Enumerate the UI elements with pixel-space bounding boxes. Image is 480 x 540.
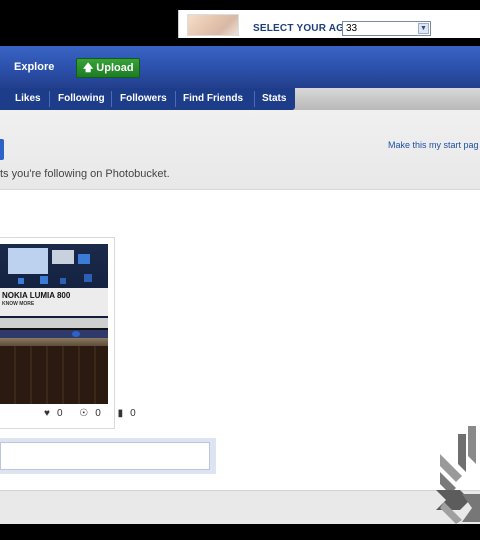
- age-select-value: 33: [346, 23, 358, 34]
- bottom-bar: [0, 524, 480, 540]
- subnav: Likes Following Followers Find Friends S…: [0, 88, 295, 110]
- subnav-divider: [49, 91, 50, 107]
- heart-icon: ♥: [44, 408, 50, 419]
- ad-thumbnail: [187, 14, 239, 36]
- subnav-divider: [254, 91, 255, 107]
- upload-arrow-icon: 🡅: [83, 63, 94, 74]
- likes-count: 0: [56, 408, 63, 419]
- views-count: 0: [95, 408, 101, 419]
- photo-tile: [78, 254, 90, 264]
- photo-tile: [60, 278, 66, 284]
- photo-stats: ♥ 0 ☉ 0 ▮ 0: [44, 408, 150, 419]
- watermark-logo-icon: [436, 426, 480, 524]
- subnav-item-likes[interactable]: Likes: [15, 93, 41, 104]
- photo-thumbnail[interactable]: NOKIA LUMIA 800 KNOW MORE: [0, 244, 108, 404]
- subnav-item-followers[interactable]: Followers: [120, 93, 167, 104]
- photo-text-strip: [0, 318, 108, 328]
- comment-icon: ▮: [117, 408, 124, 419]
- photo-tile: [84, 274, 92, 282]
- footer-band: [0, 490, 480, 524]
- subnav-divider: [175, 91, 176, 107]
- photo-keyboard: [0, 346, 108, 404]
- photo-ad-subtitle: KNOW MORE: [2, 301, 35, 307]
- feed-description: ts you're following on Photobucket.: [0, 168, 170, 180]
- subnav-item-stats[interactable]: Stats: [262, 93, 286, 104]
- views-stat: ☉ 0: [79, 408, 108, 419]
- photo-tile: [52, 250, 74, 264]
- photo-tile: [18, 278, 24, 284]
- upload-button[interactable]: 🡅 Upload: [76, 58, 140, 78]
- chevron-down-icon[interactable]: ▼: [418, 23, 429, 34]
- photo-tile: [8, 248, 48, 274]
- help-icon: [72, 331, 80, 337]
- top-navigation: Explore: [0, 46, 480, 88]
- likes-stat[interactable]: ♥ 0: [44, 408, 70, 419]
- nav-explore[interactable]: Explore: [14, 61, 54, 73]
- eye-icon: ☉: [79, 408, 89, 419]
- feed-tab[interactable]: [0, 139, 4, 160]
- comment-input[interactable]: [0, 442, 210, 470]
- start-page-link[interactable]: Make this my start pag: [388, 140, 479, 150]
- comment-box: [0, 438, 216, 474]
- subnav-item-find-friends[interactable]: Find Friends: [183, 93, 243, 104]
- photo-ad-title: NOKIA LUMIA 800: [2, 291, 71, 300]
- comments-stat[interactable]: ▮ 0: [118, 408, 143, 419]
- age-select-label: SELECT YOUR AGE:: [253, 23, 355, 34]
- subnav-divider: [111, 91, 112, 107]
- photo-tile: [40, 276, 48, 284]
- subnav-item-following[interactable]: Following: [58, 93, 105, 104]
- ad-banner[interactable]: SELECT YOUR AGE: 33 ▼: [178, 10, 480, 38]
- photo-toolbar: [0, 330, 108, 338]
- comments-count: 0: [130, 408, 136, 419]
- age-select[interactable]: 33 ▼: [342, 21, 431, 36]
- upload-label: Upload: [96, 62, 134, 74]
